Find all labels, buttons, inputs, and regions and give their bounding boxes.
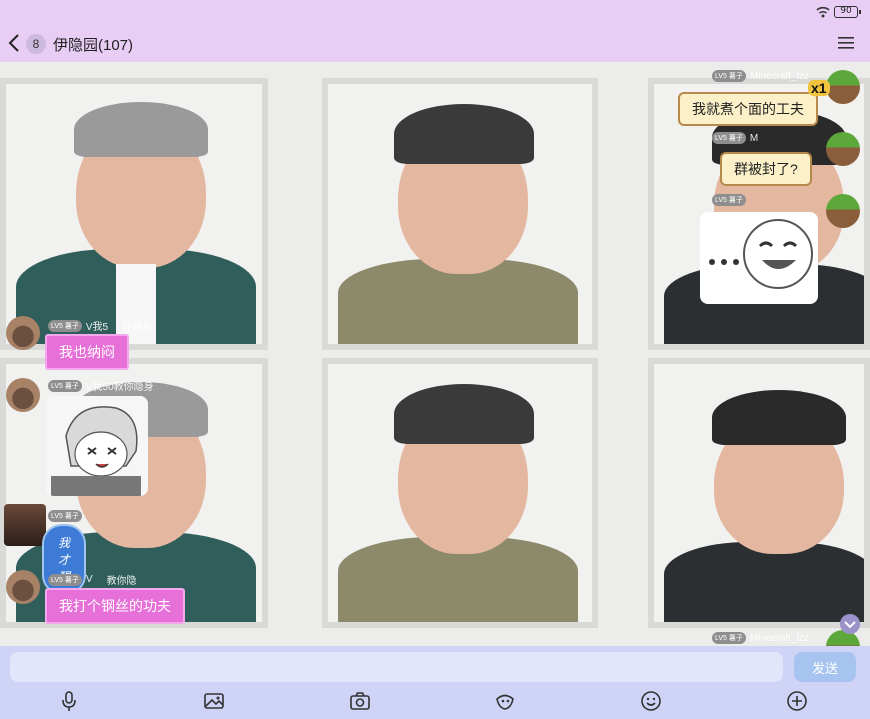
message-bubble[interactable]: 群被封了? bbox=[720, 152, 812, 186]
anime-girl-sticker[interactable] bbox=[46, 396, 148, 496]
portrait-frame bbox=[0, 78, 268, 350]
sender-name[interactable]: V我5 bbox=[86, 322, 108, 333]
message-meta: LV5 薯子 V我50教你隐身 bbox=[48, 378, 154, 393]
avatar[interactable] bbox=[826, 70, 860, 104]
message-meta: LV5 薯子 bbox=[48, 510, 86, 522]
back-arrow-icon[interactable] bbox=[6, 32, 24, 54]
chat-area[interactable]: LV5 薯子 Minecraft_lzz 我就煮个面的工夫 x1 LV5 薯子 M … bbox=[0, 62, 870, 646]
group-title[interactable]: 伊隐园(107) bbox=[53, 34, 133, 55]
message-meta: LV5 薯子 V 教你隐 bbox=[48, 572, 137, 587]
send-button[interactable]: 发送 bbox=[794, 652, 856, 682]
sender-name[interactable]: V bbox=[86, 574, 93, 585]
image-icon[interactable] bbox=[203, 690, 225, 712]
emoji-icon[interactable] bbox=[640, 690, 662, 712]
sender-name[interactable]: V我50教你隐身 bbox=[86, 382, 154, 393]
camera-icon[interactable] bbox=[349, 690, 371, 712]
avatar[interactable] bbox=[4, 504, 46, 546]
level-badge: LV5 薯子 bbox=[712, 132, 746, 144]
smiling-face-sticker[interactable] bbox=[700, 212, 818, 304]
portrait-frame bbox=[322, 78, 598, 350]
menu-icon[interactable] bbox=[838, 36, 854, 50]
level-badge: LV5 薯子 bbox=[48, 510, 82, 522]
chat-header: 8 伊隐园(107) bbox=[0, 26, 870, 62]
message-meta: LV5 薯子 Minecraft_lzz bbox=[712, 70, 809, 82]
message-bubble[interactable]: 我就煮个面的工夫 bbox=[678, 92, 818, 126]
sender-name-suffix: 教你隐 bbox=[106, 576, 137, 587]
scroll-down-icon[interactable] bbox=[840, 614, 860, 634]
sender-name[interactable]: Minecraft_lzz bbox=[750, 633, 809, 644]
level-badge: LV5 薯子 bbox=[712, 70, 746, 82]
message-meta: LV5 薯子 V我5 你隐身 bbox=[48, 318, 152, 333]
red-packet-icon[interactable] bbox=[494, 690, 516, 712]
sender-name-suffix: 你隐身 bbox=[122, 322, 153, 333]
message-input[interactable] bbox=[10, 652, 783, 682]
avatar[interactable] bbox=[6, 316, 40, 350]
avatar[interactable] bbox=[826, 132, 860, 166]
portrait-frame bbox=[322, 358, 598, 628]
message-meta: LV5 薯子 M bbox=[712, 132, 758, 144]
input-bar: 发送 bbox=[0, 646, 870, 719]
avatar[interactable] bbox=[826, 194, 860, 228]
sender-name[interactable]: M bbox=[750, 133, 758, 144]
message-bubble[interactable]: 我打个钢丝的功夫 bbox=[45, 588, 185, 624]
status-bar: 90 bbox=[0, 0, 870, 26]
portrait-frame bbox=[648, 358, 870, 628]
battery-indicator: 90 bbox=[834, 6, 861, 18]
plus-icon[interactable] bbox=[786, 690, 808, 712]
message-bubble[interactable]: 我也纳闷 bbox=[45, 334, 129, 370]
level-badge: LV5 薯子 bbox=[712, 194, 746, 206]
level-badge: LV5 薯子 bbox=[48, 319, 82, 332]
avatar[interactable] bbox=[6, 378, 40, 412]
level-badge: LV5 薯子 bbox=[48, 379, 82, 392]
message-meta: LV5 薯子 Minecraft_lzz bbox=[712, 632, 809, 644]
sender-name[interactable]: Minecraft_lzz bbox=[750, 71, 809, 82]
message-meta: LV5 薯子 bbox=[712, 194, 750, 206]
level-badge: LV5 薯子 bbox=[712, 632, 746, 644]
level-badge: LV5 薯子 bbox=[48, 573, 82, 586]
wifi-icon bbox=[816, 6, 830, 18]
combo-badge: x1 bbox=[808, 80, 830, 96]
microphone-icon[interactable] bbox=[58, 690, 80, 712]
unread-count-badge: 8 bbox=[26, 34, 46, 54]
avatar[interactable] bbox=[6, 570, 40, 604]
